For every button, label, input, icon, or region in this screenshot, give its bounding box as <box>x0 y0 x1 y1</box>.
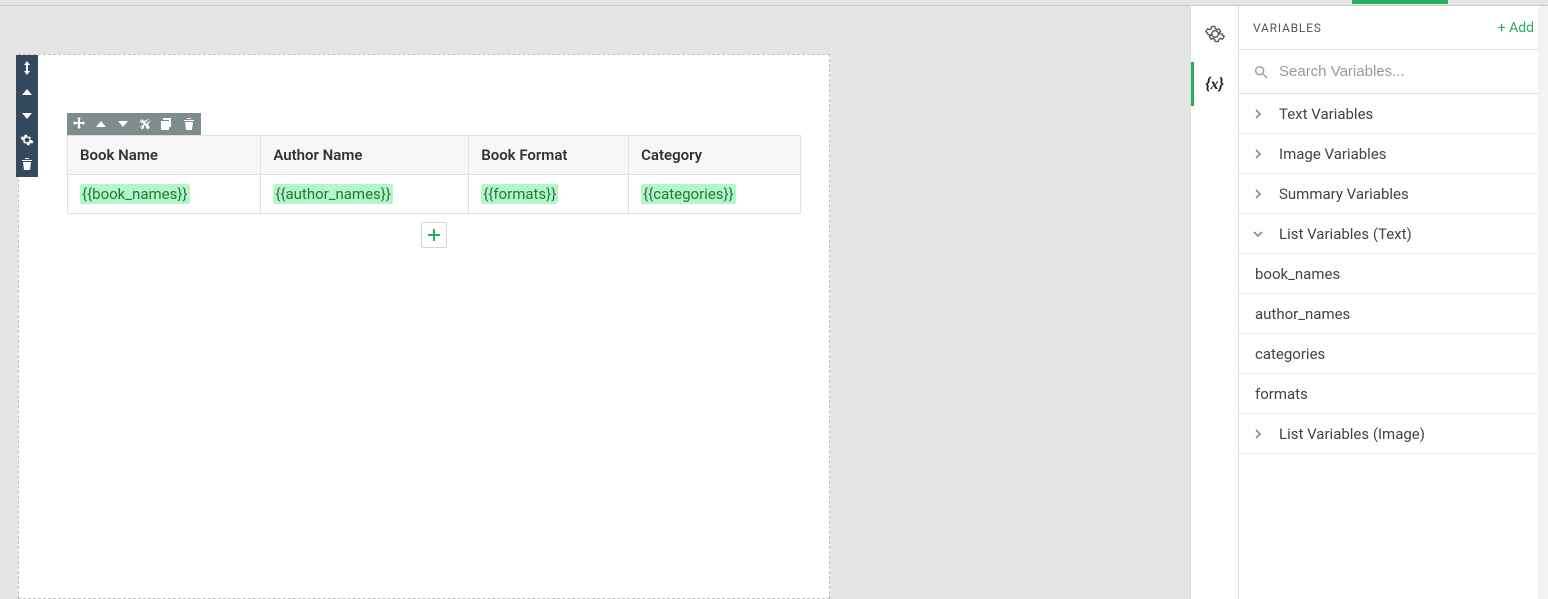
col-header[interactable]: Book Name <box>68 136 261 175</box>
delete-trash-icon[interactable] <box>18 155 36 173</box>
scrollbar[interactable] <box>1538 6 1548 599</box>
duplicate-copy-icon[interactable] <box>159 116 175 132</box>
group-label: Summary Variables <box>1279 185 1409 203</box>
panel-header: VARIABLES + Add <box>1239 6 1548 50</box>
group-list-variables-text[interactable]: List Variables (Text) <box>1239 214 1548 254</box>
add-variable-link[interactable]: + Add <box>1498 20 1534 36</box>
group-label: Text Variables <box>1279 105 1373 123</box>
add-block-button[interactable] <box>421 222 447 248</box>
group-list-variables-image[interactable]: List Variables (Image) <box>1239 414 1548 454</box>
move-down-icon[interactable] <box>18 107 36 125</box>
variable-item[interactable]: formats <box>1239 374 1548 414</box>
group-summary-variables[interactable]: Summary Variables <box>1239 174 1548 214</box>
group-label: List Variables (Text) <box>1279 225 1412 243</box>
panel-title: VARIABLES <box>1253 21 1322 35</box>
group-label: List Variables (Image) <box>1279 425 1425 443</box>
group-text-variables[interactable]: Text Variables <box>1239 94 1548 134</box>
variable-chip[interactable]: {{formats}} <box>481 184 558 204</box>
variables-tree: Text Variables Image Variables Summary V… <box>1239 94 1548 599</box>
search-row <box>1239 50 1548 94</box>
block-move-up-icon[interactable] <box>93 116 109 132</box>
cut-scissors-icon[interactable] <box>137 116 153 132</box>
tab-settings[interactable] <box>1199 18 1231 50</box>
col-header[interactable]: Author Name <box>261 136 469 175</box>
tab-variables[interactable]: {x} <box>1199 68 1231 100</box>
table-row[interactable]: {{book_names}} {{author_names}} {{format… <box>68 175 801 214</box>
document-page[interactable]: Book Name Author Name Book Format Catego… <box>18 54 830 599</box>
block-move-down-icon[interactable] <box>115 116 131 132</box>
col-header[interactable]: Category <box>629 136 801 175</box>
rail-tabstrip: {x} <box>1191 6 1239 599</box>
height-handle-icon[interactable] <box>18 59 36 77</box>
table-header-row: Book Name Author Name Book Format Catego… <box>68 136 801 175</box>
table-block[interactable]: Book Name Author Name Book Format Catego… <box>67 135 801 214</box>
group-image-variables[interactable]: Image Variables <box>1239 134 1548 174</box>
block-toolbar <box>67 113 201 135</box>
top-accent-bar <box>1352 0 1448 4</box>
chevron-right-icon <box>1253 109 1267 119</box>
chevron-down-icon <box>1253 229 1267 239</box>
chevron-right-icon <box>1253 149 1267 159</box>
chevron-right-icon <box>1253 429 1267 439</box>
col-header[interactable]: Book Format <box>469 136 629 175</box>
search-icon <box>1253 64 1269 80</box>
chevron-right-icon <box>1253 189 1267 199</box>
variable-item[interactable]: author_names <box>1239 294 1548 334</box>
block-delete-trash-icon[interactable] <box>181 116 197 132</box>
settings-gear-icon[interactable] <box>18 131 36 149</box>
page-vertical-toolbar <box>16 55 38 177</box>
move-up-icon[interactable] <box>18 83 36 101</box>
variable-item[interactable]: categories <box>1239 334 1548 374</box>
move-handle-icon[interactable] <box>71 116 87 132</box>
variable-chip[interactable]: {{categories}} <box>641 184 736 204</box>
editor-canvas: Book Name Author Name Book Format Catego… <box>0 6 1190 599</box>
variables-panel: VARIABLES + Add Text Variables Image Var… <box>1239 6 1548 599</box>
right-sidebar: {x} VARIABLES + Add Text Variables Image… <box>1190 6 1548 599</box>
group-label: Image Variables <box>1279 145 1387 163</box>
variable-chip[interactable]: {{author_names}} <box>273 184 393 204</box>
search-input[interactable] <box>1279 63 1534 80</box>
variable-chip[interactable]: {{book_names}} <box>80 184 190 204</box>
variable-item[interactable]: book_names <box>1239 254 1548 294</box>
data-table[interactable]: Book Name Author Name Book Format Catego… <box>67 135 801 214</box>
